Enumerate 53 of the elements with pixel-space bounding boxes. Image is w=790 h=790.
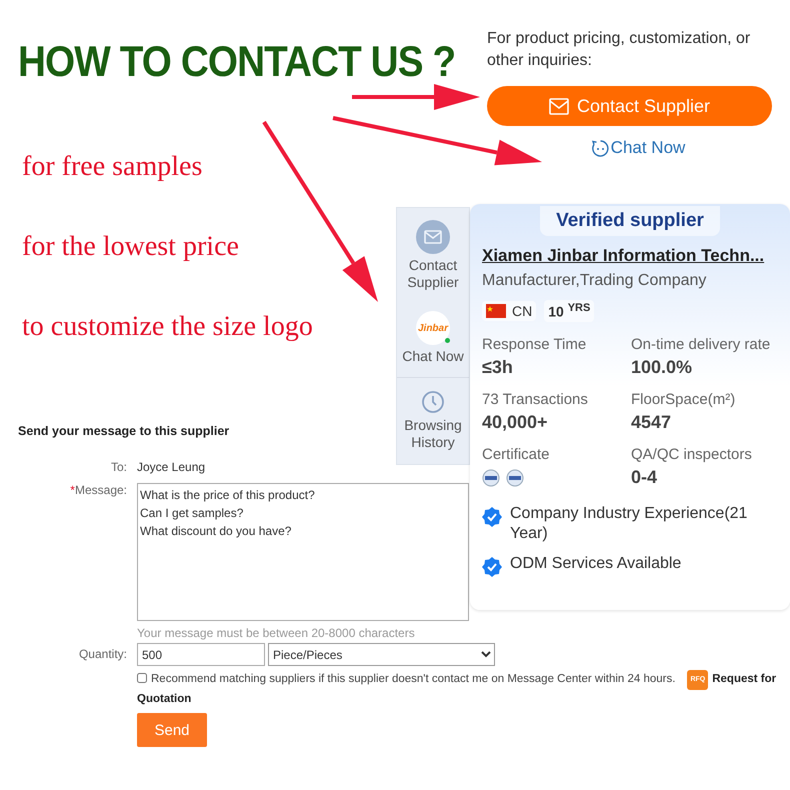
stat-value: 40,000+ [482, 412, 549, 433]
stat-value: 0-4 [631, 466, 658, 488]
years-tag: 10 $^{YRS}$ [544, 300, 594, 322]
stat-value: 4547 [631, 412, 672, 433]
recipient-name: Joyce Leung [137, 460, 206, 474]
message-label: *Message: [69, 483, 127, 497]
stat-value: 100.0% [631, 356, 694, 378]
stat-label: Response Time [482, 336, 588, 353]
stat-label: Certificate [482, 446, 551, 463]
recommend-text: Recommend matching suppliers if this supplier doesn't contact me on Message Center within 24 hours. [151, 673, 676, 685]
sidebar-label: Browsing History [403, 417, 463, 451]
stat-label: On-time delivery rate [631, 336, 772, 353]
chat-face-icon [590, 138, 610, 158]
unit-select[interactable]: Piece/Pieces [268, 643, 495, 666]
flag-icon [486, 304, 506, 318]
reason-text: for free samples [22, 150, 204, 184]
sidebar-item[interactable]: Browsing History [397, 378, 469, 459]
form-title: Send your message to this supplier [18, 424, 230, 438]
rfq-link[interactable]: Quotation [137, 690, 192, 708]
intro-text: For product pricing, customization, or other inquiries: [487, 29, 752, 71]
country-tag: CN [482, 300, 536, 321]
chat-now-link[interactable]: Chat Now [590, 138, 686, 158]
stat-label: FloorSpace(m²) [631, 390, 736, 408]
sidebar-item[interactable]: Contact Supplier [397, 208, 469, 299]
page-heading: HOW TO CONTACT US ? [18, 38, 456, 87]
quantity-field[interactable]: 500 [137, 643, 265, 666]
to-label: To: [110, 460, 127, 474]
quantity-label: Quantity: [78, 647, 127, 661]
reason-text: to customize the size logo [22, 310, 313, 344]
logo-text: Jinbar [418, 322, 448, 334]
stat-label: QA/QC inspectors [631, 446, 753, 463]
certificate-icon [482, 468, 500, 487]
verified-badge: Verified supplier [540, 206, 720, 236]
message-field[interactable]: What is the price of this product? Can I get samples? What discount do you have? [137, 483, 469, 621]
verified-check-icon [482, 556, 502, 577]
verified-check-icon [482, 506, 502, 527]
stat-label: 73 Transactions [482, 390, 589, 408]
sidebar-label: Chat Now [402, 348, 464, 365]
reason-text: for the lowest price [22, 230, 240, 264]
feature-text: ODM Services Available [510, 554, 682, 574]
certificate-icon [506, 468, 524, 487]
stat-value: ≤3h [482, 356, 514, 378]
sidebar-label: Contact Supplier [406, 257, 460, 291]
envelope-icon [416, 220, 450, 254]
business-type: Manufacturer,Trading Company [482, 272, 708, 290]
feature-text: Company Industry Experience(21 Year) [510, 504, 748, 544]
envelope-icon [548, 98, 569, 114]
supplier-name[interactable]: Xiamen Jinbar Information Techn... [482, 246, 778, 266]
rfq-link[interactable]: Request for [712, 673, 776, 685]
message-hint: Your message must be between 20-8000 characters [137, 626, 416, 640]
recommend-checkbox[interactable] [137, 673, 147, 683]
sidebar-item[interactable]: Jinbar Chat Now [397, 299, 469, 373]
clock-icon [421, 390, 445, 414]
